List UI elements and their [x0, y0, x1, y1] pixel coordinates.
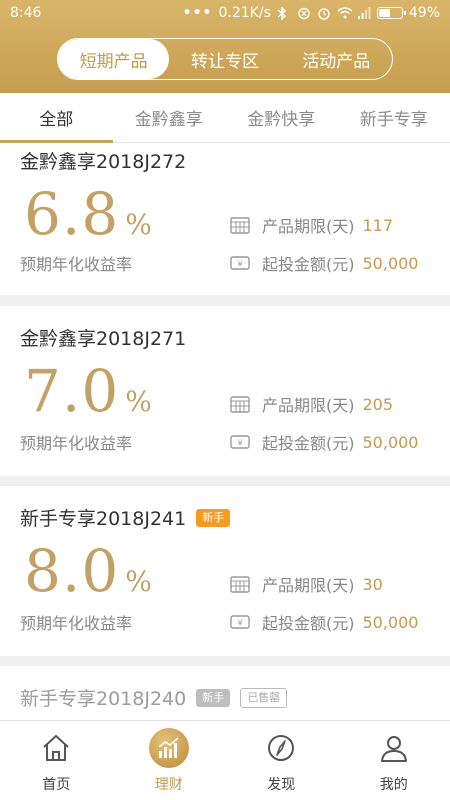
- tab-jinqian-kuaixiang[interactable]: 金黔快享: [225, 93, 338, 142]
- rate-value: 8.0: [24, 537, 120, 605]
- user-icon: [374, 728, 414, 768]
- sold-out-badge: 已售罄: [240, 687, 288, 708]
- svg-text:¥: ¥: [237, 439, 242, 448]
- amount-value: 50,000: [362, 432, 419, 452]
- status-bar: 8:46 ••• 0.21K/s 49%: [0, 0, 450, 26]
- home-icon: [36, 728, 76, 768]
- term-value: 30: [362, 574, 383, 594]
- term-value: 117: [362, 215, 394, 235]
- bluetooth-icon: [277, 6, 291, 21]
- svg-text:¥: ¥: [237, 619, 242, 628]
- term-label: 产品期限(天): [262, 396, 355, 415]
- term-label: 产品期限(天): [262, 217, 355, 236]
- wifi-icon: [337, 7, 353, 19]
- term-value: 205: [362, 394, 394, 414]
- nav-discover[interactable]: 发现: [225, 721, 338, 800]
- rate-label: 预期年化收益率: [20, 614, 133, 633]
- tab-all[interactable]: 全部: [0, 93, 113, 143]
- rate-label: 预期年化收益率: [20, 434, 133, 453]
- segment-transfer-zone[interactable]: 转让专区: [169, 39, 280, 79]
- newbie-badge: 新手: [196, 508, 231, 527]
- product-rate: 6.8%: [24, 185, 152, 243]
- rate-value: 6.8: [24, 180, 120, 248]
- header: 8:46 ••• 0.21K/s 49% 短期产品 转让专区 活动产品: [0, 0, 450, 93]
- newbie-badge: 新手: [196, 688, 231, 707]
- nav-label: 首页: [42, 776, 71, 793]
- status-time: 8:46: [10, 5, 42, 21]
- amount-label: 起投金额(元): [262, 434, 355, 453]
- amount-info: ¥ 起投金额(元) 50,000: [230, 610, 418, 634]
- product-rate: 7.0%: [24, 362, 152, 420]
- signal-icon: [357, 7, 371, 19]
- nav-label: 理财: [154, 776, 183, 793]
- segment-short-term[interactable]: 短期产品: [58, 39, 170, 79]
- term-info: 产品期限(天) 205: [230, 392, 393, 416]
- money-icon: ¥: [230, 433, 250, 451]
- product-card[interactable]: 金黔鑫享2018J271 7.0% 预期年化收益率 产品期限(天) 205 ¥ …: [0, 306, 450, 476]
- product-title: 金黔鑫享2018J271: [20, 328, 187, 350]
- calendar-icon: [230, 395, 250, 413]
- alarm-icon: [317, 7, 331, 20]
- amount-value: 50,000: [362, 612, 419, 632]
- amount-label: 起投金额(元): [262, 255, 355, 274]
- battery-icon: [376, 7, 406, 19]
- nav-label: 我的: [379, 776, 408, 793]
- money-icon: ¥: [230, 613, 250, 631]
- rate-percent: %: [125, 565, 152, 598]
- amount-label: 起投金额(元): [262, 614, 355, 633]
- product-segment-control: 短期产品 转让专区 活动产品: [57, 38, 393, 80]
- nav-label: 发现: [267, 776, 296, 793]
- product-list: 金黔鑫享2018J272 6.8% 预期年化收益率 产品期限(天) 117 ¥ …: [0, 143, 450, 720]
- term-info: 产品期限(天) 117: [230, 213, 393, 237]
- product-title: 金黔鑫享2018J272: [20, 151, 187, 173]
- rate-percent: %: [125, 385, 152, 418]
- rate-percent: %: [125, 208, 152, 241]
- amount-info: ¥ 起投金额(元) 50,000: [230, 430, 418, 454]
- nav-mine[interactable]: 我的: [338, 721, 450, 800]
- product-card[interactable]: 金黔鑫享2018J272 6.8% 预期年化收益率 产品期限(天) 117 ¥ …: [0, 143, 450, 295]
- segment-activity-products[interactable]: 活动产品: [281, 39, 392, 79]
- money-icon: ¥: [230, 254, 250, 272]
- amount-info: ¥ 起投金额(元) 50,000: [230, 251, 418, 275]
- calendar-icon: [230, 216, 250, 234]
- term-info: 产品期限(天) 30: [230, 572, 383, 596]
- rate-value: 7.0: [24, 357, 120, 425]
- amount-value: 50,000: [362, 253, 419, 273]
- network-speed: 0.21K/s: [218, 5, 271, 21]
- svg-text:¥: ¥: [237, 260, 242, 269]
- calendar-icon: [230, 575, 250, 593]
- category-tabs: 全部 金黔鑫享 金黔快享 新手专享: [0, 93, 450, 143]
- nav-home[interactable]: 首页: [0, 721, 113, 800]
- battery-percent: 49%: [408, 5, 440, 21]
- product-rate: 8.0%: [24, 542, 152, 600]
- tab-newbie-exclusive[interactable]: 新手专享: [338, 93, 450, 142]
- bottom-nav: 首页 理财 发现 我的: [0, 720, 450, 800]
- nfc-icon: [297, 7, 311, 20]
- rate-label: 预期年化收益率: [20, 255, 133, 274]
- compass-icon: [261, 728, 301, 768]
- nav-finance[interactable]: 理财: [113, 721, 226, 800]
- product-card[interactable]: 新手专享2018J240 新手 已售罄: [0, 666, 450, 720]
- product-title: 新手专享2018J241: [20, 508, 187, 530]
- term-label: 产品期限(天): [262, 576, 355, 595]
- notification-dots: •••: [182, 5, 213, 21]
- finance-chart-icon: [148, 727, 189, 768]
- tab-jinqian-xinxiang[interactable]: 金黔鑫享: [113, 93, 226, 142]
- product-title: 新手专享2018J240: [20, 688, 187, 710]
- product-card[interactable]: 新手专享2018J241 新手 8.0% 预期年化收益率 产品期限(天) 30 …: [0, 486, 450, 656]
